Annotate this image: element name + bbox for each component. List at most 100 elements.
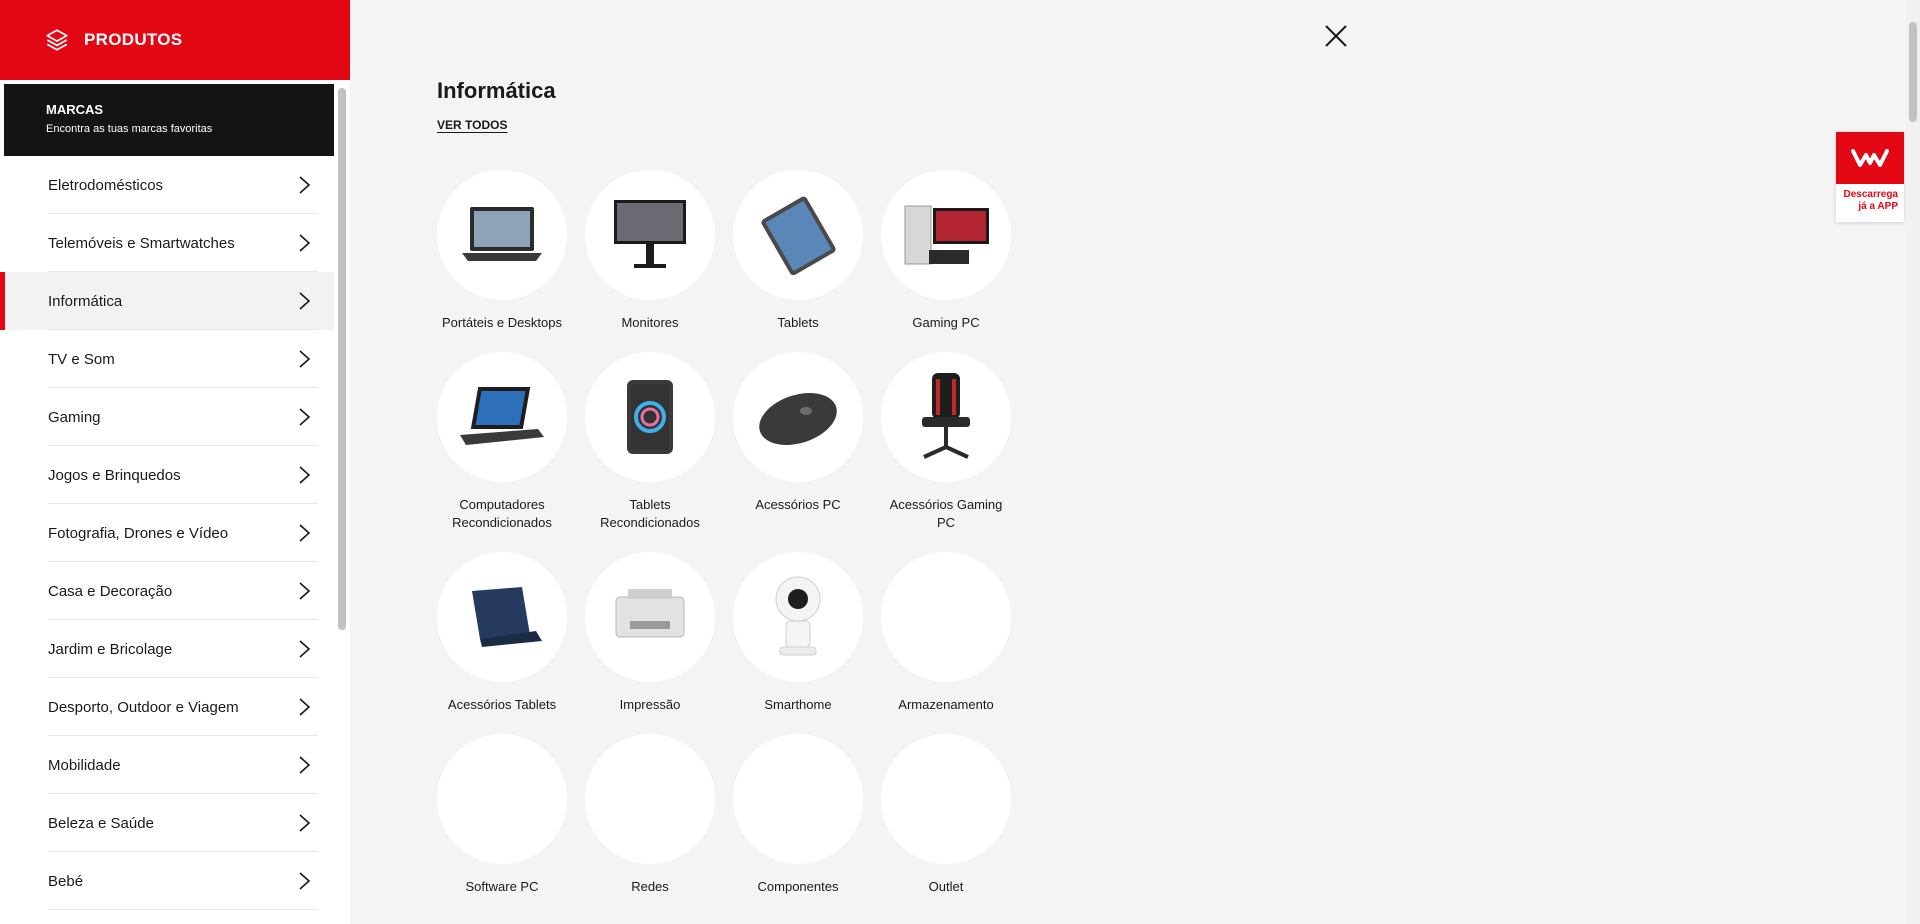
category-panel: Informática VER TODOS Portáteis e Deskto… [350, 0, 1900, 924]
sidebar-item-bebe[interactable]: Bebé [0, 852, 334, 910]
sidebar-item-tv-som[interactable]: TV e Som [0, 330, 334, 388]
app-promo-line1: Descarrega [1843, 189, 1898, 200]
tile-label: Tablets [777, 315, 819, 330]
chevron-right-icon [298, 465, 312, 485]
chevron-right-icon [298, 639, 312, 659]
tile-smarthome[interactable]: Smarthome [732, 552, 864, 714]
sidebar-item-desporto[interactable]: Desporto, Outdoor e Viagem [0, 678, 334, 736]
sidebar-item-label: Mobilidade [48, 756, 121, 774]
sidebar-item-label: Beleza e Saúde [48, 814, 154, 832]
sidebar-header: PRODUTOS [0, 0, 350, 80]
gaming-chair-icon [881, 352, 1011, 482]
tile-acessorios-tablets[interactable]: Acessórios Tablets [436, 552, 568, 714]
sidebar-item-casa[interactable]: Casa e Decoração [0, 562, 334, 620]
app-promo-line2: já a APP [1858, 201, 1898, 212]
tile-label: Outlet [928, 879, 964, 894]
chevron-right-icon [298, 697, 312, 717]
chevron-right-icon [298, 755, 312, 775]
chevron-right-icon [298, 407, 312, 427]
tablet-case-icon [437, 552, 567, 682]
chevron-right-icon [298, 291, 312, 311]
tile-gaming-pc[interactable]: Gaming PC [880, 170, 1012, 332]
download-app-button[interactable]: Descarrega já a APP [1836, 132, 1904, 222]
close-icon[interactable] [1324, 24, 1348, 48]
sidebar-item-label: Desporto, Outdoor e Viagem [48, 698, 239, 716]
camera-icon [733, 552, 863, 682]
tile-label: Monitores [621, 315, 679, 330]
sidebar-item-jogos[interactable]: Jogos e Brinquedos [0, 446, 334, 504]
tile-redes[interactable]: Redes [584, 734, 716, 896]
category-image-placeholder [881, 734, 1011, 864]
refurbished-tablet-icon [585, 352, 715, 482]
sidebar-item-mobilidade[interactable]: Mobilidade [0, 736, 334, 794]
tile-label: Acessórios Tablets [447, 697, 557, 712]
chevron-right-icon [298, 813, 312, 833]
tile-label: Gaming PC [912, 315, 980, 330]
sidebar-item-beleza[interactable]: Beleza e Saúde [0, 794, 334, 852]
sidebar-item-label: Bebé [48, 872, 84, 890]
sidebar-item-label: Gaming [48, 408, 101, 426]
page-scrollbar-thumb[interactable] [1909, 22, 1917, 122]
tablet-icon [733, 170, 863, 300]
tile-acessorios-gaming-pc[interactable]: Acessórios Gaming PC [880, 352, 1012, 532]
brands-link[interactable]: MARCAS Encontra as tuas marcas favoritas [4, 84, 334, 156]
category-menu: Eletrodomésticos Telemóveis e Smartwatch… [0, 156, 334, 910]
tile-impressao[interactable]: Impressão [584, 552, 716, 714]
tile-computadores-recondicionados[interactable]: Computadores Recondicionados [436, 352, 568, 532]
chevron-right-icon [298, 523, 312, 543]
sidebar-item-label: Jardim e Bricolage [48, 640, 173, 658]
sidebar-item-telemoveis[interactable]: Telemóveis e Smartwatches [0, 214, 334, 272]
tile-label: Computadores Recondicionados [452, 497, 552, 530]
category-image-placeholder [437, 734, 567, 864]
monitor-icon [585, 170, 715, 300]
tile-portateis-desktops[interactable]: Portáteis e Desktops [436, 170, 568, 332]
brands-subtitle: Encontra as tuas marcas favoritas [46, 123, 213, 135]
worten-logo-icon [1836, 132, 1904, 184]
category-image-placeholder [733, 734, 863, 864]
sidebar-item-informatica[interactable]: Informática [0, 272, 334, 330]
brands-title: MARCAS [46, 102, 104, 117]
tile-label: Smarthome [764, 697, 832, 712]
sidebar-item-jardim[interactable]: Jardim e Bricolage [0, 620, 334, 678]
tile-software-pc[interactable]: Software PC [436, 734, 568, 896]
sidebar-item-label: Eletrodomésticos [48, 176, 164, 194]
products-sidebar: PRODUTOS MARCAS Encontra as tuas marcas … [0, 0, 350, 924]
sidebar-item-label: Casa e Decoração [48, 582, 173, 600]
tile-label: Tablets Recondicionados [600, 497, 700, 530]
see-all-link[interactable]: VER TODOS [437, 118, 507, 132]
sidebar-title: PRODUTOS [84, 30, 183, 49]
tile-label: Armazenamento [898, 697, 994, 712]
layers-icon [44, 27, 70, 53]
tile-outlet[interactable]: Outlet [880, 734, 1012, 896]
sidebar-item-label: Fotografia, Drones e Vídeo [48, 524, 229, 542]
printer-icon [585, 552, 715, 682]
tile-label: Redes [631, 879, 669, 894]
mouse-icon [733, 352, 863, 482]
tile-armazenamento[interactable]: Armazenamento [880, 552, 1012, 714]
refurbished-laptop-icon [437, 352, 567, 482]
chevron-right-icon [298, 175, 312, 195]
sidebar-item-gaming[interactable]: Gaming [0, 388, 334, 446]
sidebar-scrollbar[interactable] [338, 88, 346, 630]
tile-tablets-recondicionados[interactable]: Tablets Recondicionados [584, 352, 716, 532]
chevron-right-icon [298, 581, 312, 601]
tile-label: Acessórios Gaming PC [889, 497, 1003, 530]
tile-label: Acessórios PC [755, 497, 841, 512]
tile-label: Componentes [757, 879, 839, 894]
tile-label: Impressão [619, 697, 681, 712]
sidebar-item-label: Informática [48, 292, 123, 310]
tile-tablets[interactable]: Tablets [732, 170, 864, 332]
page-scrollbar[interactable] [1906, 0, 1920, 924]
tile-label: Software PC [465, 879, 539, 894]
sidebar-item-fotografia[interactable]: Fotografia, Drones e Vídeo [0, 504, 334, 562]
chevron-right-icon [298, 871, 312, 891]
tile-componentes[interactable]: Componentes [732, 734, 864, 896]
sidebar-item-label: Telemóveis e Smartwatches [48, 234, 235, 252]
sidebar-item-eletrodomesticos[interactable]: Eletrodomésticos [0, 156, 334, 214]
category-image-placeholder [881, 552, 1011, 682]
chevron-right-icon [298, 349, 312, 369]
sidebar-item-label: Jogos e Brinquedos [48, 466, 181, 484]
tile-acessorios-pc[interactable]: Acessórios PC [732, 352, 864, 514]
tile-monitores[interactable]: Monitores [584, 170, 716, 332]
gaming-pc-icon [881, 170, 1011, 300]
